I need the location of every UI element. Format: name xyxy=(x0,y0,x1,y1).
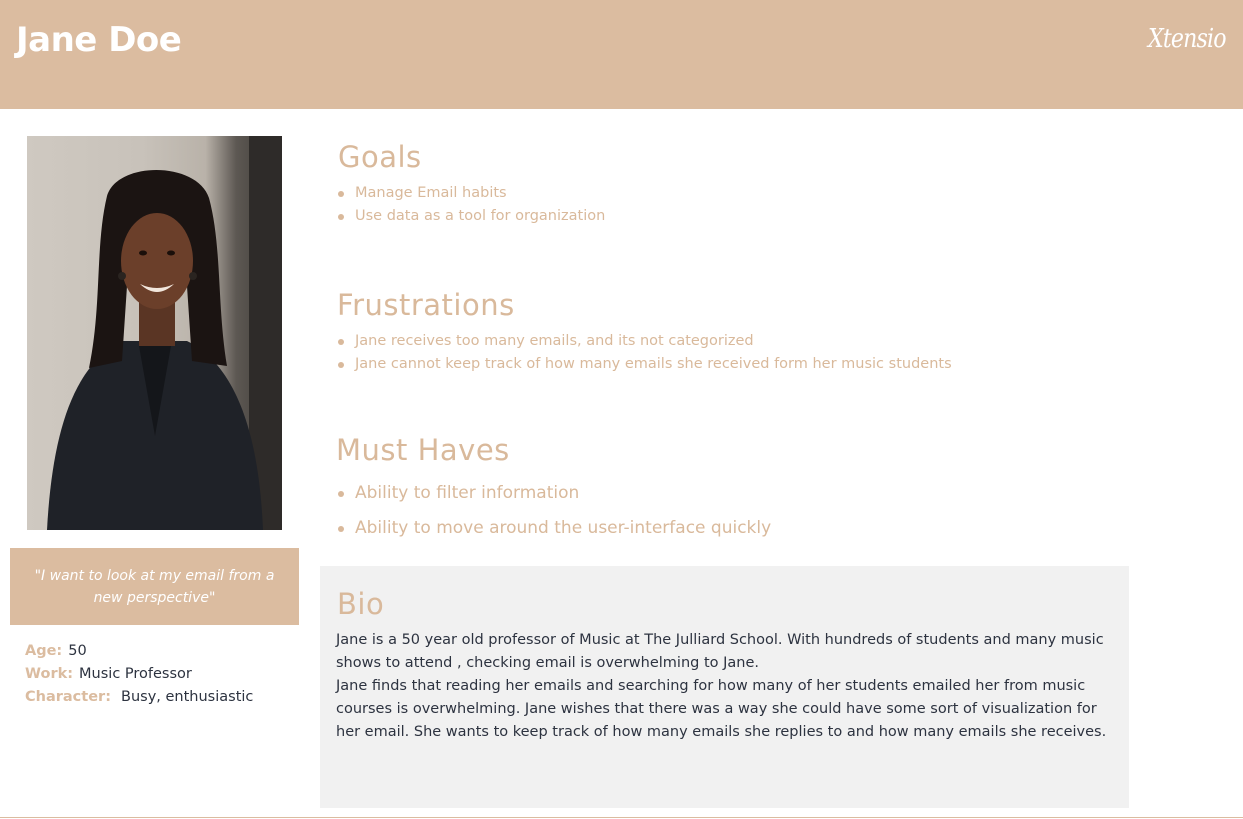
attribute-value: 50 xyxy=(68,643,87,659)
attribute-work: Work: Music Professor xyxy=(25,663,253,686)
attribute-age: Age: 50 xyxy=(25,640,253,663)
list-item: Manage Email habits xyxy=(337,182,605,205)
xtensio-logo[interactable]: Xtensio xyxy=(1148,24,1227,54)
portrait-illustration xyxy=(47,136,282,530)
attribute-key: Work: xyxy=(25,666,74,682)
list-item: Ability to filter information xyxy=(337,476,771,511)
persona-attributes: Age: 50 Work: Music Professor Character: Bu… xyxy=(25,640,253,709)
bio-title: Bio xyxy=(337,587,385,621)
persona-name: Jane Doe xyxy=(16,20,182,60)
list-item: Jane cannot keep track of how many email… xyxy=(337,353,952,376)
bio-text: Jane is a 50 year old professor of Music… xyxy=(336,629,1116,744)
attribute-value: Music Professor xyxy=(79,666,192,682)
bio-paragraph: Jane is a 50 year old professor of Music… xyxy=(336,632,1104,671)
goals-list: Manage Email habits Use data as a tool f… xyxy=(337,182,605,228)
attribute-character: Character: Busy, enthusiastic xyxy=(25,686,253,709)
must-haves-title: Must Haves xyxy=(336,433,510,467)
list-item: Ability to move around the user-interfac… xyxy=(337,511,771,546)
bottom-divider xyxy=(0,817,1243,818)
attribute-key: Age: xyxy=(25,643,63,659)
attribute-key: Character: xyxy=(25,689,111,705)
persona-header: Jane Doe Xtensio xyxy=(0,0,1243,109)
attribute-value: Busy, enthusiastic xyxy=(121,689,254,705)
persona-quote: "I want to look at my email from a new p… xyxy=(34,567,275,606)
portrait-photo xyxy=(27,136,282,530)
list-item: Jane receives too many emails, and its n… xyxy=(337,330,952,353)
list-item: Use data as a tool for organization xyxy=(337,205,605,228)
persona-quote-box: "I want to look at my email from a new p… xyxy=(10,548,299,625)
bio-paragraph: Jane finds that reading her emails and s… xyxy=(336,678,1107,740)
goals-title: Goals xyxy=(338,140,422,174)
frustrations-title: Frustrations xyxy=(337,288,515,322)
frustrations-list: Jane receives too many emails, and its n… xyxy=(337,330,952,376)
must-haves-list: Ability to filter information Ability to… xyxy=(337,476,771,546)
persona-page: Jane Doe Xtensio "I want to look at my e… xyxy=(0,0,1243,819)
